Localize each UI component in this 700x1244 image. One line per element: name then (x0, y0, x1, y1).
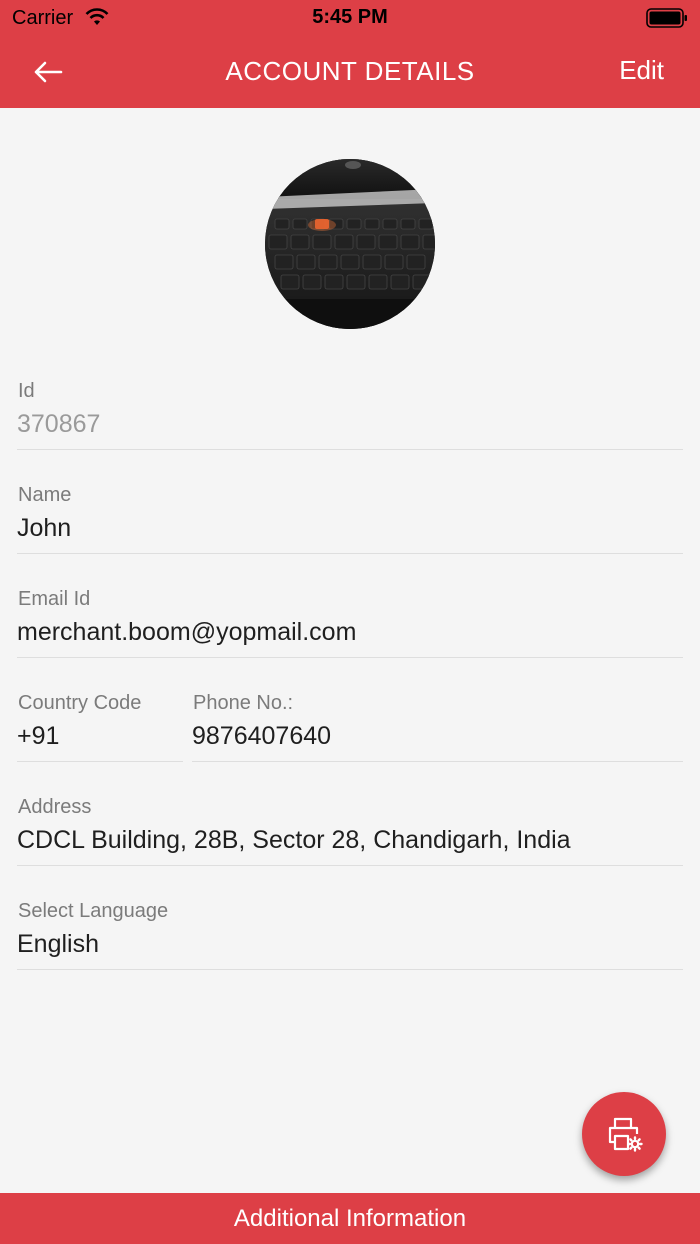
printer-settings-icon (608, 1117, 643, 1152)
address-label: Address (18, 796, 92, 818)
keyboard-photo (265, 159, 435, 329)
printer-settings-button[interactable] (582, 1092, 666, 1176)
avatar[interactable] (265, 159, 435, 329)
additional-information-button[interactable]: Additional Information (0, 1193, 700, 1244)
phone-value: 9876407640 (192, 722, 332, 750)
status-bar: Carrier 5:45 PM (0, 0, 700, 36)
address-value: CDCL Building, 28B, Sector 28, Chandigar… (17, 826, 571, 854)
page-title: ACCOUNT DETAILS (225, 56, 475, 86)
id-value: 370867 (17, 410, 101, 438)
status-time: 5:45 PM (312, 6, 388, 28)
country-code-label: Country Code (18, 692, 142, 714)
name-field[interactable]: Name John (17, 484, 683, 554)
name-label: Name (18, 484, 72, 506)
language-field[interactable]: Select Language English (17, 900, 683, 970)
country-code-field[interactable]: Country Code +91 (17, 692, 183, 762)
language-label: Select Language (18, 900, 169, 922)
address-field[interactable]: Address CDCL Building, 28B, Sector 28, C… (17, 796, 683, 866)
phone-label: Phone No.: (193, 692, 294, 714)
edit-button[interactable]: Edit (619, 55, 664, 86)
language-value: English (17, 930, 99, 958)
email-value: merchant.boom@yopmail.com (17, 618, 357, 646)
country-code-value: +91 (17, 722, 60, 750)
email-field[interactable]: Email Id merchant.boom@yopmail.com (17, 588, 683, 658)
email-label: Email Id (18, 588, 91, 610)
battery-icon (646, 8, 687, 28)
id-label: Id (18, 380, 35, 402)
account-details-screen: Carrier 5:45 PM ACCOUNT DETAILS Edit Id … (0, 0, 700, 1244)
app-header: ACCOUNT DETAILS Edit (0, 36, 700, 108)
phone-field[interactable]: Phone No.: 9876407640 (192, 692, 683, 762)
id-field: Id 370867 (17, 380, 683, 450)
name-value: John (17, 514, 72, 542)
